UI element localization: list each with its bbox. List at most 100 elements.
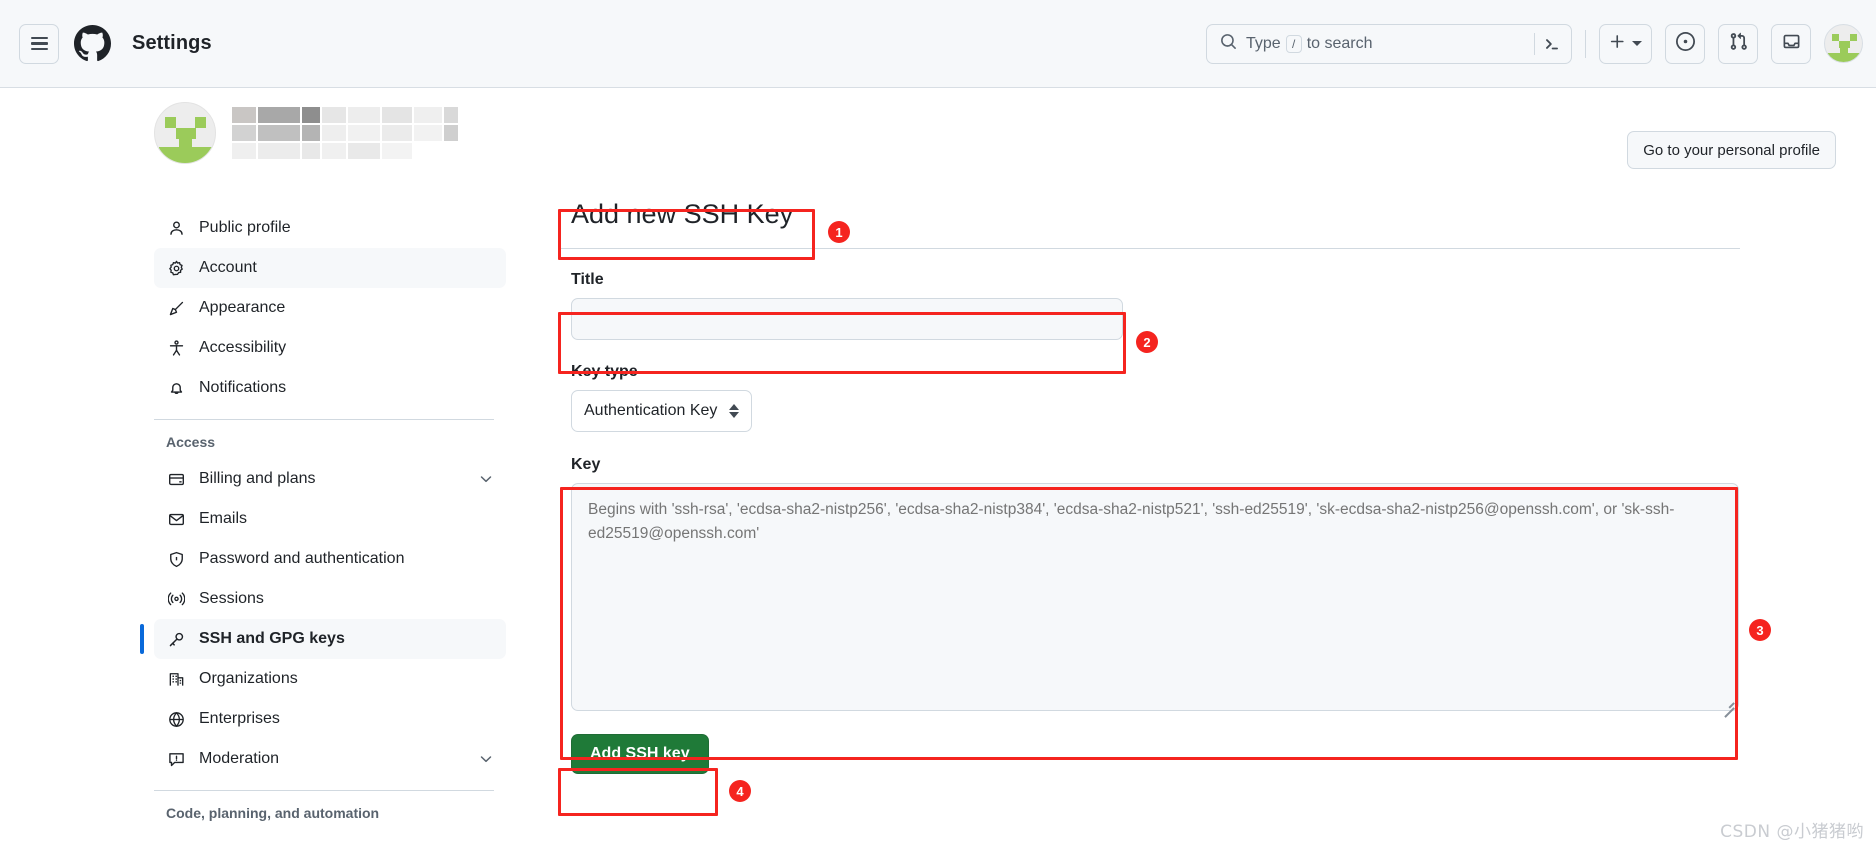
sidebar-item-label: Public profile [199,219,291,236]
search-placeholder-text: Type / to search [1246,34,1373,53]
sidebar-item-emails[interactable]: Emails [154,499,506,539]
annotation-badge-4: 4 [729,780,751,802]
sidebar-item-sessions[interactable]: Sessions [154,579,506,619]
search-divider [1534,32,1535,55]
avatar-pixel [1832,34,1839,41]
report-icon [166,749,186,769]
sidebar-item-label: Notifications [199,379,287,396]
git-pull-request-icon [1729,32,1748,56]
sidebar-item-label: SSH and GPG keys [199,630,345,647]
sidebar-item-label: Sessions [199,590,264,607]
key-field-group: Key [560,455,1740,718]
redacted-line [232,143,458,159]
avatar-pixel [165,117,176,128]
paintbrush-icon [166,298,186,318]
command-palette-icon[interactable] [1543,35,1561,53]
broadcast-icon [166,589,186,609]
slash-key-hint: / [1285,34,1302,53]
settings-sidebar: Public profile Account Appearance Access… [140,208,506,830]
sidebar-item-appearance[interactable]: Appearance [154,288,506,328]
sidebar-item-label: Emails [199,510,248,527]
search-suffix: to search [1306,34,1373,52]
profile-avatar[interactable] [154,102,216,164]
redacted-line [232,125,458,141]
sidebar-item-moderation[interactable]: Moderation [154,739,506,779]
credit-card-icon [166,469,186,489]
shield-lock-icon [166,549,186,569]
sidebar-item-ssh-and-gpg-keys[interactable]: SSH and GPG keys [140,619,506,659]
avatar-pixel [1828,53,1861,62]
search-input[interactable]: Type / to search [1206,23,1572,64]
chevron-down-icon [1632,41,1642,46]
plus-icon [1609,33,1626,55]
add-ssh-key-button[interactable]: Add SSH key [571,733,709,774]
header-divider [1585,29,1586,58]
sidebar-item-label: Password and authentication [199,550,405,567]
globe-icon [166,709,186,729]
avatar-pixel [1850,34,1857,41]
watermark: CSDN @小猪猪哟 [1720,822,1864,842]
sidebar-item-billing-and-plans[interactable]: Billing and plans [154,459,506,499]
notifications-button[interactable] [1771,23,1811,64]
sidebar-item-notifications[interactable]: Notifications [154,368,506,408]
sort-arrows-icon [729,403,740,418]
sidebar-item-label: Billing and plans [199,470,316,487]
main-content: Add new SSH Key Title Key type Authentic… [560,196,1740,774]
sidebar-item-label: Appearance [199,299,286,316]
github-logo-icon[interactable] [73,24,112,63]
sidebar-item-enterprises[interactable]: Enterprises [154,699,506,739]
title-field-label: Title [571,270,604,288]
issues-button[interactable] [1665,23,1705,64]
inbox-icon [1782,32,1801,56]
sidebar-divider [154,790,494,791]
search-prefix: Type [1246,34,1281,52]
go-to-personal-profile-button[interactable]: Go to your personal profile [1627,131,1836,169]
sidebar-item-label: Enterprises [199,710,280,727]
sidebar-section-code-planning-automation: Code, planning, and automation [166,805,380,821]
avatar-pixel [159,147,213,163]
sidebar-item-account[interactable]: Account [154,248,506,288]
key-field-label: Key [571,455,601,473]
sidebar-item-label: Organizations [199,670,298,687]
key-textarea[interactable] [571,482,1739,711]
sidebar-item-password-and-authentication[interactable]: Password and authentication [154,539,506,579]
sidebar-item-label: Accessibility [199,339,287,356]
chevron-down-icon[interactable] [478,471,494,487]
sidebar-section-access: Access [166,434,216,450]
sidebar-item-label: Account [199,259,257,276]
organization-icon [166,669,186,689]
hamburger-menu-button[interactable] [19,23,59,64]
title-input[interactable] [571,297,1123,340]
search-icon [1220,33,1237,55]
bell-icon [166,378,186,398]
key-type-selected-value: Authentication Key [584,401,718,419]
annotation-badge-3: 3 [1749,619,1771,641]
sidebar-divider [154,419,494,420]
sidebar-item-accessibility[interactable]: Accessibility [154,328,506,368]
title-divider [560,247,1740,249]
settings-page: Settings Type / to search Go to your per… [0,0,1876,849]
issue-opened-icon [1675,31,1695,56]
pull-requests-button[interactable] [1718,23,1758,64]
profile-summary [154,102,458,164]
key-type-field-group: Key type Authentication Key [560,363,1740,432]
page-title: Add new SSH Key [571,199,794,229]
gear-icon [166,258,186,278]
chevron-down-icon[interactable] [478,751,494,767]
key-icon [166,629,186,649]
header-left-group: Settings [0,23,212,64]
page-header-title: Settings [132,32,212,54]
key-type-select[interactable]: Authentication Key [571,389,753,432]
person-icon [166,218,186,238]
annotation-box-4 [558,768,718,816]
sidebar-item-public-profile[interactable]: Public profile [154,208,506,248]
sidebar-item-label: Moderation [199,750,280,767]
key-type-field-label: Key type [571,362,638,380]
sidebar-item-organizations[interactable]: Organizations [154,659,506,699]
header-right-group: Type / to search [1206,23,1876,64]
user-avatar[interactable] [1824,24,1863,63]
hamburger-icon [30,36,48,51]
create-new-button[interactable] [1599,23,1652,64]
search-right-group [1534,32,1561,55]
redacted-line [232,107,458,123]
